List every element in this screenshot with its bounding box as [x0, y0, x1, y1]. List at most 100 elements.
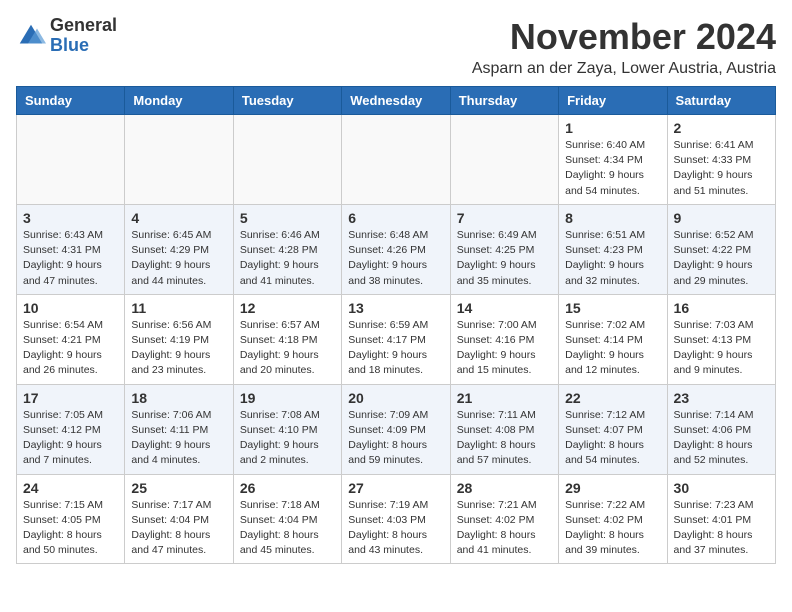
calendar-cell: 16Sunrise: 7:03 AM Sunset: 4:13 PM Dayli…: [667, 294, 775, 384]
day-info: Sunrise: 7:23 AM Sunset: 4:01 PM Dayligh…: [674, 498, 769, 559]
calendar-cell: 9 Sunrise: 6:52 AM Sunset: 4:22 PM Daylig…: [667, 204, 775, 294]
calendar-cell: 28 Sunrise: 7:21 AM Sunset: 4:02 PM Dayli…: [450, 474, 558, 564]
calendar-cell: [17, 115, 125, 205]
day-info: Sunrise: 6:51 AM Sunset: 4:23 PM Dayligh…: [565, 228, 660, 289]
day-info: Sunrise: 7:19 AM Sunset: 4:03 PM Dayligh…: [348, 498, 443, 559]
day-number: 10: [23, 300, 118, 316]
day-info: Sunrise: 7:12 AM Sunset: 4:07 PM Dayligh…: [565, 408, 660, 469]
day-info: Sunrise: 6:54 AM Sunset: 4:21 PM Dayligh…: [23, 318, 118, 379]
day-info: Sunrise: 7:21 AM Sunset: 4:02 PM Dayligh…: [457, 498, 552, 559]
weekday-header-friday: Friday: [559, 87, 667, 115]
calendar-week-row: 24Sunrise: 7:15 AM Sunset: 4:05 PM Dayli…: [17, 474, 776, 564]
calendar-cell: 6 Sunrise: 6:48 AM Sunset: 4:26 PM Daylig…: [342, 204, 450, 294]
calendar-cell: 24Sunrise: 7:15 AM Sunset: 4:05 PM Dayli…: [17, 474, 125, 564]
weekday-header-monday: Monday: [125, 87, 233, 115]
calendar-cell: 1 Sunrise: 6:40 AM Sunset: 4:34 PM Daylig…: [559, 115, 667, 205]
day-info: Sunrise: 6:40 AM Sunset: 4:34 PM Dayligh…: [565, 138, 660, 199]
day-info: Sunrise: 6:43 AM Sunset: 4:31 PM Dayligh…: [23, 228, 118, 289]
day-number: 3: [23, 210, 118, 226]
day-number: 15: [565, 300, 660, 316]
location-subtitle: Asparn an der Zaya, Lower Austria, Austr…: [472, 60, 776, 78]
calendar-cell: 8 Sunrise: 6:51 AM Sunset: 4:23 PM Daylig…: [559, 204, 667, 294]
day-info: Sunrise: 7:08 AM Sunset: 4:10 PM Dayligh…: [240, 408, 335, 469]
calendar-cell: 5 Sunrise: 6:46 AM Sunset: 4:28 PM Daylig…: [233, 204, 341, 294]
calendar-cell: 25 Sunrise: 7:17 AM Sunset: 4:04 PM Dayli…: [125, 474, 233, 564]
day-number: 22: [565, 390, 660, 406]
calendar-cell: 10 Sunrise: 6:54 AM Sunset: 4:21 PM Dayli…: [17, 294, 125, 384]
day-number: 4: [131, 210, 226, 226]
calendar-table: SundayMondayTuesdayWednesdayThursdayFrid…: [16, 86, 776, 564]
weekday-header-saturday: Saturday: [667, 87, 775, 115]
calendar-week-row: 17Sunrise: 7:05 AM Sunset: 4:12 PM Dayli…: [17, 384, 776, 474]
calendar-cell: 14Sunrise: 7:00 AM Sunset: 4:16 PM Dayli…: [450, 294, 558, 384]
calendar-week-row: 10 Sunrise: 6:54 AM Sunset: 4:21 PM Dayli…: [17, 294, 776, 384]
day-number: 12: [240, 300, 335, 316]
day-number: 26: [240, 480, 335, 496]
weekday-header-thursday: Thursday: [450, 87, 558, 115]
calendar-cell: 27 Sunrise: 7:19 AM Sunset: 4:03 PM Dayli…: [342, 474, 450, 564]
calendar-cell: 30 Sunrise: 7:23 AM Sunset: 4:01 PM Dayli…: [667, 474, 775, 564]
logo-blue-text: Blue: [50, 35, 89, 55]
day-number: 9: [674, 210, 769, 226]
calendar-cell: 4 Sunrise: 6:45 AM Sunset: 4:29 PM Daylig…: [125, 204, 233, 294]
day-number: 19: [240, 390, 335, 406]
day-number: 18: [131, 390, 226, 406]
day-info: Sunrise: 6:46 AM Sunset: 4:28 PM Dayligh…: [240, 228, 335, 289]
day-info: Sunrise: 7:11 AM Sunset: 4:08 PM Dayligh…: [457, 408, 552, 469]
page-header: General Blue November 2024 Asparn an der…: [16, 16, 776, 78]
calendar-cell: 15Sunrise: 7:02 AM Sunset: 4:14 PM Dayli…: [559, 294, 667, 384]
day-number: 27: [348, 480, 443, 496]
weekday-header-sunday: Sunday: [17, 87, 125, 115]
calendar-cell: 3 Sunrise: 6:43 AM Sunset: 4:31 PM Daylig…: [17, 204, 125, 294]
day-number: 13: [348, 300, 443, 316]
calendar-cell: 19 Sunrise: 7:08 AM Sunset: 4:10 PM Dayli…: [233, 384, 341, 474]
day-number: 23: [674, 390, 769, 406]
weekday-header-tuesday: Tuesday: [233, 87, 341, 115]
day-info: Sunrise: 6:45 AM Sunset: 4:29 PM Dayligh…: [131, 228, 226, 289]
day-info: Sunrise: 6:41 AM Sunset: 4:33 PM Dayligh…: [674, 138, 769, 199]
day-info: Sunrise: 6:56 AM Sunset: 4:19 PM Dayligh…: [131, 318, 226, 379]
calendar-cell: 26 Sunrise: 7:18 AM Sunset: 4:04 PM Dayli…: [233, 474, 341, 564]
day-number: 20: [348, 390, 443, 406]
day-number: 21: [457, 390, 552, 406]
day-number: 1: [565, 120, 660, 136]
day-number: 30: [674, 480, 769, 496]
day-number: 6: [348, 210, 443, 226]
logo: General Blue: [16, 16, 117, 56]
day-number: 28: [457, 480, 552, 496]
day-info: Sunrise: 7:03 AM Sunset: 4:13 PM Dayligh…: [674, 318, 769, 379]
calendar-cell: [233, 115, 341, 205]
day-info: Sunrise: 7:22 AM Sunset: 4:02 PM Dayligh…: [565, 498, 660, 559]
calendar-cell: [342, 115, 450, 205]
calendar-cell: 21 Sunrise: 7:11 AM Sunset: 4:08 PM Dayli…: [450, 384, 558, 474]
day-number: 25: [131, 480, 226, 496]
calendar-cell: 23 Sunrise: 7:14 AM Sunset: 4:06 PM Dayli…: [667, 384, 775, 474]
calendar-cell: 2Sunrise: 6:41 AM Sunset: 4:33 PM Daylig…: [667, 115, 775, 205]
logo-general-text: General: [50, 15, 117, 35]
calendar-week-row: 3 Sunrise: 6:43 AM Sunset: 4:31 PM Daylig…: [17, 204, 776, 294]
day-number: 17: [23, 390, 118, 406]
month-title: November 2024: [472, 16, 776, 58]
day-info: Sunrise: 7:14 AM Sunset: 4:06 PM Dayligh…: [674, 408, 769, 469]
calendar-cell: 20 Sunrise: 7:09 AM Sunset: 4:09 PM Dayli…: [342, 384, 450, 474]
day-number: 8: [565, 210, 660, 226]
day-info: Sunrise: 6:52 AM Sunset: 4:22 PM Dayligh…: [674, 228, 769, 289]
day-info: Sunrise: 7:06 AM Sunset: 4:11 PM Dayligh…: [131, 408, 226, 469]
day-info: Sunrise: 7:18 AM Sunset: 4:04 PM Dayligh…: [240, 498, 335, 559]
day-number: 5: [240, 210, 335, 226]
day-info: Sunrise: 6:49 AM Sunset: 4:25 PM Dayligh…: [457, 228, 552, 289]
day-number: 29: [565, 480, 660, 496]
day-info: Sunrise: 7:09 AM Sunset: 4:09 PM Dayligh…: [348, 408, 443, 469]
calendar-cell: 29 Sunrise: 7:22 AM Sunset: 4:02 PM Dayli…: [559, 474, 667, 564]
day-number: 11: [131, 300, 226, 316]
day-info: Sunrise: 7:00 AM Sunset: 4:16 PM Dayligh…: [457, 318, 552, 379]
day-info: Sunrise: 6:59 AM Sunset: 4:17 PM Dayligh…: [348, 318, 443, 379]
calendar-cell: 11 Sunrise: 6:56 AM Sunset: 4:19 PM Dayli…: [125, 294, 233, 384]
calendar-cell: 18 Sunrise: 7:06 AM Sunset: 4:11 PM Dayli…: [125, 384, 233, 474]
day-info: Sunrise: 7:17 AM Sunset: 4:04 PM Dayligh…: [131, 498, 226, 559]
weekday-header-row: SundayMondayTuesdayWednesdayThursdayFrid…: [17, 87, 776, 115]
day-info: Sunrise: 6:48 AM Sunset: 4:26 PM Dayligh…: [348, 228, 443, 289]
calendar-cell: 22 Sunrise: 7:12 AM Sunset: 4:07 PM Dayli…: [559, 384, 667, 474]
title-block: November 2024 Asparn an der Zaya, Lower …: [472, 16, 776, 78]
day-info: Sunrise: 7:15 AM Sunset: 4:05 PM Dayligh…: [23, 498, 118, 559]
